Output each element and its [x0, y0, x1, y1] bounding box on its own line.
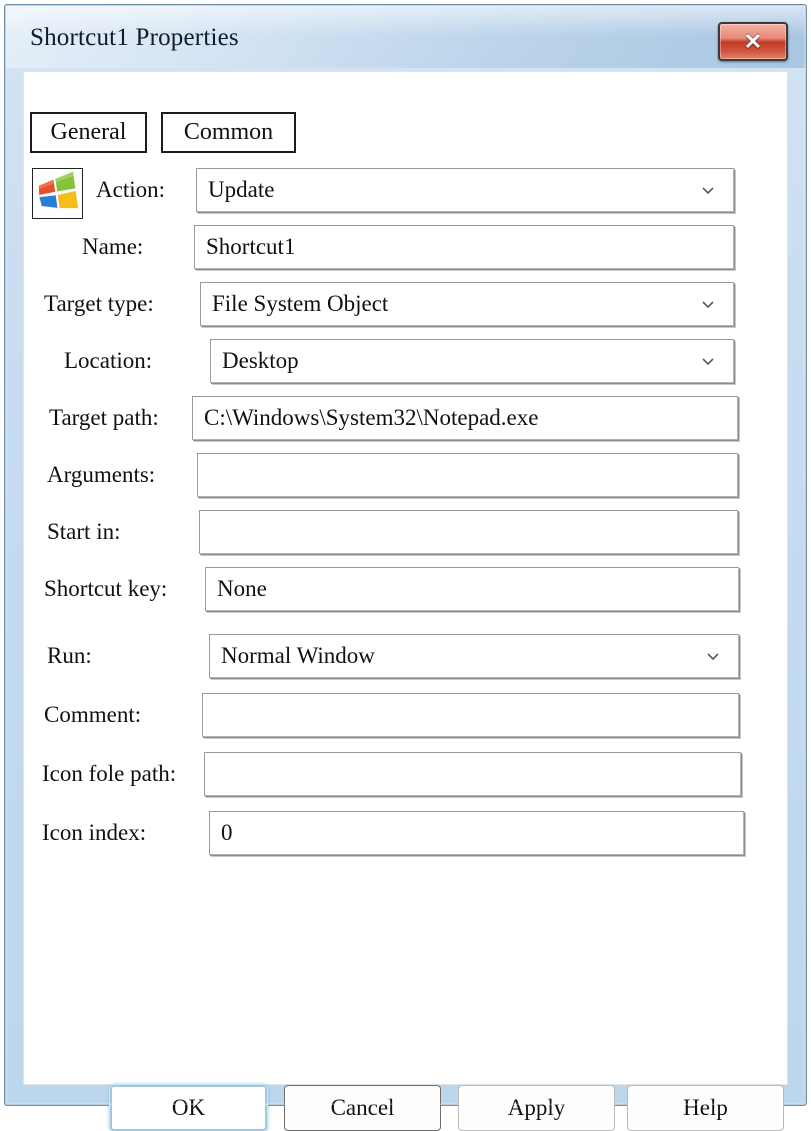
- target-path-value: C:\Windows\System32\Notepad.exe: [204, 405, 539, 430]
- field-row-shortcut-key: Shortcut key: None: [24, 567, 789, 611]
- label-comment: Comment:: [44, 702, 142, 727]
- target-type-combobox[interactable]: File System Object: [200, 282, 734, 326]
- target-type-value: File System Object: [212, 291, 389, 316]
- help-button-label: Help: [683, 1095, 728, 1120]
- field-row-start-in: Start in:: [24, 510, 789, 554]
- tab-general[interactable]: General: [30, 112, 147, 153]
- icon-index-value: 0: [221, 820, 233, 845]
- field-row-icon-index: Icon index: 0: [24, 811, 789, 855]
- chevron-down-icon: [701, 183, 715, 197]
- label-target-path: Target path:: [49, 405, 159, 430]
- close-button[interactable]: ✕: [718, 22, 788, 61]
- window-title: Shortcut1 Properties: [30, 24, 239, 51]
- run-value: Normal Window: [221, 643, 375, 668]
- cancel-button-label: Cancel: [330, 1095, 395, 1120]
- action-combobox[interactable]: Update: [196, 168, 734, 212]
- tab-common[interactable]: Common: [161, 112, 296, 153]
- label-action: Action:: [96, 177, 165, 202]
- field-row-target-type: Target type: File System Object: [24, 282, 789, 326]
- label-name: Name:: [82, 234, 144, 259]
- location-value: Desktop: [222, 348, 299, 373]
- shortcut-key-value: None: [217, 576, 267, 601]
- label-start-in: Start in:: [47, 519, 121, 544]
- name-value: Shortcut1: [206, 234, 296, 259]
- field-row-target-path: Target path: C:\Windows\System32\Notepad…: [24, 396, 789, 440]
- label-shortcut-key: Shortcut key:: [44, 576, 168, 601]
- tab-common-label: Common: [183, 119, 274, 145]
- chevron-down-icon: [706, 649, 720, 663]
- chevron-down-icon: [701, 354, 715, 368]
- field-row-location: Location: Desktop: [24, 339, 789, 383]
- label-arguments: Arguments:: [47, 462, 156, 487]
- ok-button-label: OK: [171, 1095, 206, 1120]
- start-in-input[interactable]: [199, 510, 738, 554]
- tab-general-label: General: [50, 119, 127, 145]
- icon-index-input[interactable]: 0: [209, 811, 744, 855]
- target-path-input[interactable]: C:\Windows\System32\Notepad.exe: [192, 396, 738, 440]
- properties-dialog-window: Shortcut1 Properties ✕ General Common Ac…: [4, 4, 807, 1131]
- field-row-run: Run: Normal Window: [24, 634, 789, 678]
- label-target-type: Target type:: [44, 291, 154, 316]
- field-row-arguments: Arguments:: [24, 453, 789, 497]
- field-row-icon-file-path: Icon fole path:: [24, 752, 789, 796]
- field-row-comment: Comment:: [24, 693, 789, 737]
- close-icon: ✕: [743, 28, 763, 54]
- help-button[interactable]: Help: [627, 1085, 784, 1131]
- cancel-button[interactable]: Cancel: [284, 1085, 441, 1131]
- label-location: Location:: [64, 348, 153, 373]
- shortcut-key-input[interactable]: None: [205, 567, 739, 611]
- dialog-client-area: General Common Action: Update Name: Shor…: [23, 71, 789, 1131]
- action-value: Update: [208, 177, 275, 202]
- label-run: Run:: [47, 643, 92, 668]
- run-combobox[interactable]: Normal Window: [209, 634, 739, 678]
- name-input[interactable]: Shortcut1: [194, 225, 734, 269]
- arguments-input[interactable]: [197, 453, 738, 497]
- field-row-name: Name: Shortcut1: [24, 225, 789, 269]
- comment-input[interactable]: [202, 693, 739, 737]
- location-combobox[interactable]: Desktop: [210, 339, 734, 383]
- icon-file-path-input[interactable]: [204, 752, 741, 796]
- apply-button-label: Apply: [507, 1095, 566, 1120]
- label-icon-index: Icon index:: [42, 820, 147, 845]
- ok-button[interactable]: OK: [110, 1085, 267, 1131]
- label-icon-file-path: Icon fole path:: [42, 761, 177, 786]
- apply-button[interactable]: Apply: [458, 1085, 615, 1131]
- chevron-down-icon: [701, 297, 715, 311]
- title-bar[interactable]: Shortcut1 Properties ✕: [6, 6, 805, 68]
- field-row-action: Action: Update: [24, 168, 789, 212]
